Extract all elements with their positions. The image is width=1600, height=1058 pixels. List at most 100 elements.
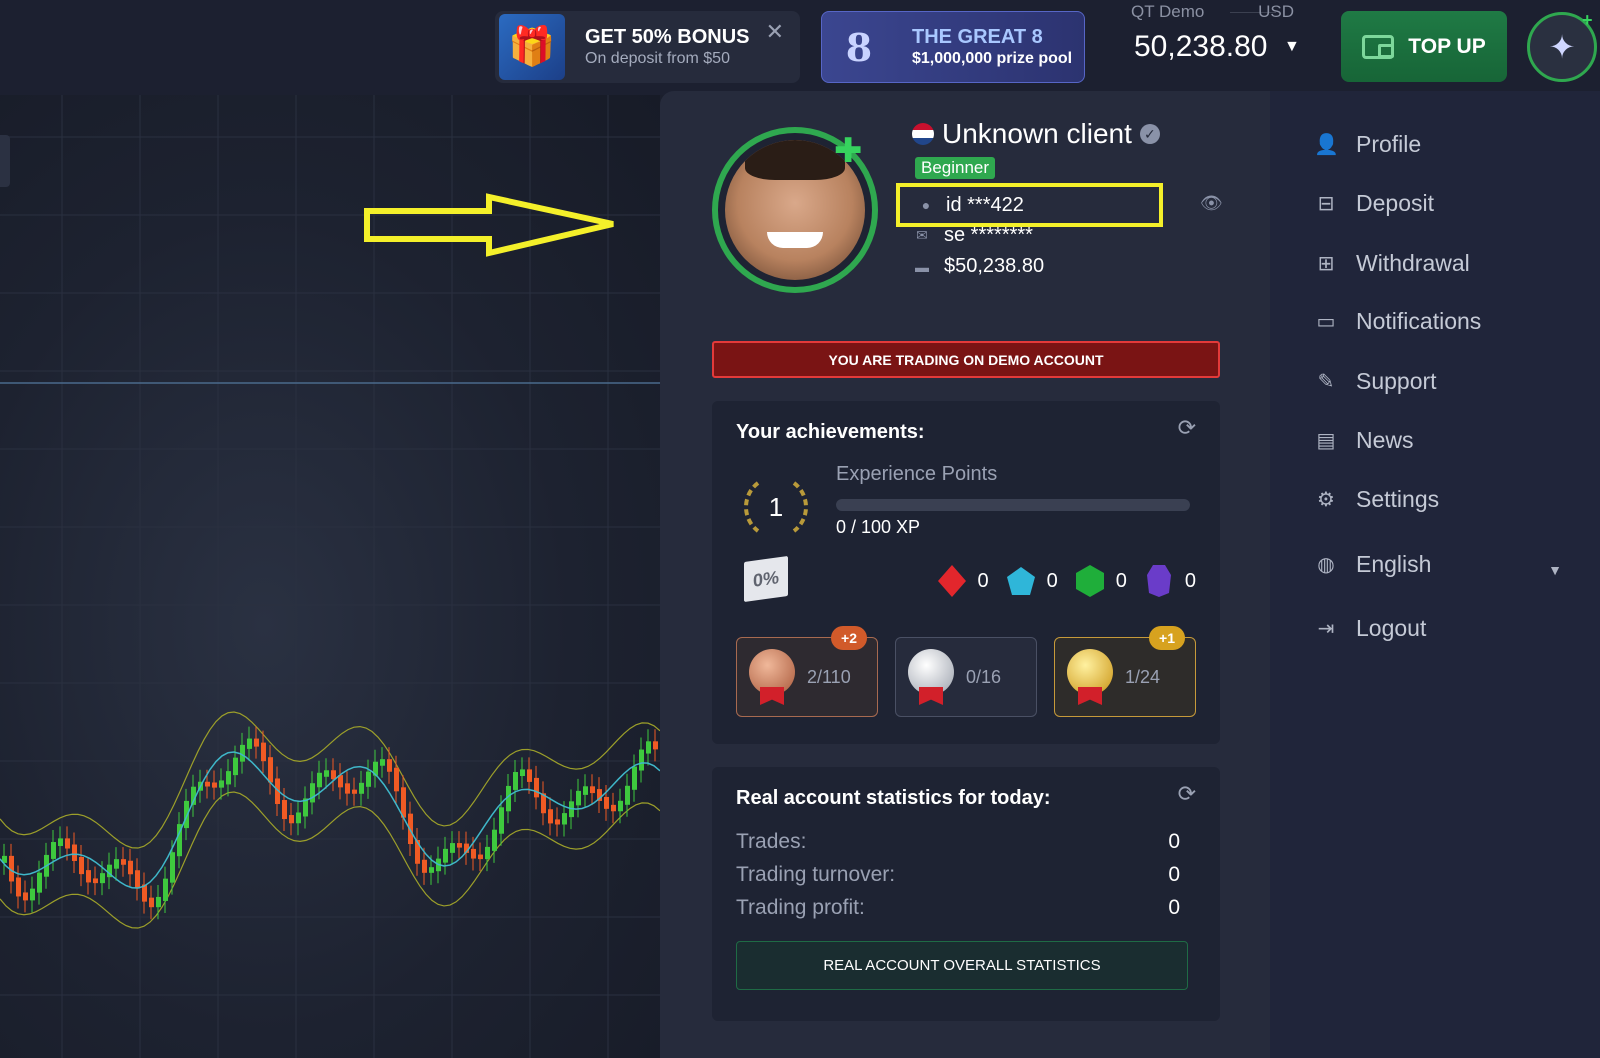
stat-row-turnover: Trading turnover: 0 bbox=[736, 863, 1180, 887]
plus-icon: ✚ bbox=[834, 132, 863, 170]
ruby-icon bbox=[937, 565, 966, 597]
level-number: 1 bbox=[768, 491, 784, 522]
menu-item-withdrawal[interactable]: ⊞ Withdrawal bbox=[1314, 250, 1470, 277]
menu-item-support[interactable]: ✎ Support bbox=[1314, 368, 1437, 395]
level-badge: Beginner bbox=[915, 157, 996, 179]
bronze-medal-card[interactable]: 2/110 +2 bbox=[736, 626, 878, 717]
stat-value: 0 bbox=[1168, 896, 1180, 919]
candle-body bbox=[457, 843, 462, 848]
funds-value: $50,238.80 bbox=[944, 255, 1045, 277]
gem-sapphire: 0 bbox=[1005, 563, 1058, 599]
candle-body bbox=[226, 771, 231, 785]
candle-body bbox=[562, 813, 567, 825]
candle-body bbox=[121, 859, 126, 865]
candle-body bbox=[30, 888, 35, 901]
menu-item-label: English bbox=[1356, 551, 1432, 577]
candle-body bbox=[345, 783, 350, 794]
candle-body bbox=[632, 766, 637, 790]
medals-row: 2/110 +2 0/16 1/24 +1 bbox=[736, 626, 1196, 717]
great8-promo-subtitle: $1,000,000 prize pool bbox=[912, 50, 1073, 68]
menu-item-logout[interactable]: ⇥ Logout bbox=[1314, 615, 1427, 642]
top-up-label: TOP UP bbox=[1408, 34, 1486, 58]
candle-body bbox=[625, 785, 630, 805]
candle-body bbox=[450, 843, 455, 853]
candle-body bbox=[170, 852, 175, 883]
chevron-down-icon[interactable]: ▼ bbox=[1284, 38, 1300, 56]
candle-body bbox=[324, 770, 329, 777]
level-wreath: 1 bbox=[738, 469, 814, 545]
gold-medal-icon bbox=[1067, 649, 1113, 705]
gem-count: 0 bbox=[1115, 569, 1127, 592]
candle-body bbox=[492, 829, 497, 851]
menu-item-settings[interactable]: ⚙ Settings bbox=[1314, 486, 1439, 513]
withdrawal-icon: ⊞ bbox=[1317, 253, 1335, 275]
stat-row-trades: Trades: 0 bbox=[736, 830, 1180, 854]
profile-summary-section: ✚ Unknown client ✓ Beginner ● id ***422 … bbox=[660, 91, 1270, 1058]
discount-tag-icon: 0% bbox=[744, 555, 788, 603]
amethyst-icon bbox=[1146, 565, 1171, 597]
gears-icon: ⚙ bbox=[1317, 489, 1335, 511]
bonus-promo-banner[interactable]: 🎁 GET 50% BONUS On deposit from $50 ✕ bbox=[495, 11, 800, 83]
candle-body bbox=[366, 771, 371, 787]
globe-icon: ◍ bbox=[1317, 554, 1335, 576]
medal-count: 2/110 bbox=[807, 666, 851, 687]
avatar-image-icon: ✦ bbox=[1548, 29, 1576, 65]
candle-body bbox=[261, 742, 266, 762]
gold-medal-card[interactable]: 1/24 +1 bbox=[1054, 626, 1196, 717]
candle-body bbox=[471, 848, 476, 859]
candle-body bbox=[86, 870, 91, 883]
candle-body bbox=[219, 780, 224, 788]
chart-side-tab[interactable] bbox=[0, 135, 10, 187]
achievements-card: Your achievements: ⟳ 1 Experience Points… bbox=[712, 401, 1220, 744]
menu-item-profile[interactable]: 👤 Profile bbox=[1314, 131, 1421, 158]
candle-body bbox=[422, 859, 427, 873]
candle-body bbox=[576, 790, 581, 806]
menu-item-news[interactable]: ▤ News bbox=[1314, 427, 1414, 454]
real-account-stats-card: Real account statistics for today: ⟳ Tra… bbox=[712, 767, 1220, 1021]
stat-label: Trading profit: bbox=[736, 896, 865, 919]
candle-body bbox=[149, 897, 154, 908]
top-up-button[interactable]: TOP UP bbox=[1341, 11, 1507, 82]
candle-body bbox=[310, 783, 315, 803]
candle-body bbox=[233, 757, 238, 776]
silver-medal-card[interactable]: 0/16 bbox=[895, 637, 1037, 717]
menu-item-notifications[interactable]: ▭ Notifications bbox=[1314, 308, 1482, 335]
menu-item-language[interactable]: ◍ English bbox=[1314, 551, 1431, 578]
deposit-icon: ⊟ bbox=[1317, 193, 1335, 215]
refresh-icon[interactable]: ⟳ bbox=[1178, 415, 1196, 441]
menu-item-label: Logout bbox=[1356, 615, 1427, 641]
candle-body bbox=[289, 815, 294, 824]
eye-slash-icon[interactable]: 👁 bbox=[1200, 193, 1223, 214]
candle-body bbox=[37, 872, 42, 893]
plus-icon: + bbox=[1582, 10, 1593, 30]
account-balance-selector[interactable]: QT Demo USD 50,238.80 ▼ bbox=[1106, 0, 1318, 86]
refresh-icon[interactable]: ⟳ bbox=[1178, 781, 1196, 807]
achievements-title: Your achievements: bbox=[736, 421, 925, 443]
candle-body bbox=[527, 769, 532, 782]
stats-title: Real account statistics for today: bbox=[736, 787, 1051, 809]
candle-body bbox=[520, 769, 525, 777]
profile-dropdown-panel: ✚ Unknown client ✓ Beginner ● id ***422 … bbox=[660, 91, 1600, 1058]
candle-body bbox=[317, 772, 322, 788]
close-icon[interactable]: ✕ bbox=[766, 19, 784, 45]
candle-body bbox=[93, 878, 98, 884]
menu-item-label: Notifications bbox=[1356, 308, 1482, 334]
funds-row: ▬ $50,238.80 bbox=[914, 255, 1044, 278]
great8-promo-banner[interactable]: 8 THE GREAT 8 $1,000,000 prize pool bbox=[821, 11, 1085, 83]
candle-body bbox=[548, 809, 553, 824]
xp-progress-bar bbox=[836, 499, 1190, 511]
account-balance-value: 50,238.80 bbox=[1134, 30, 1268, 63]
candle-body bbox=[513, 772, 518, 790]
stat-label: Trading turnover: bbox=[736, 863, 896, 886]
candle-body bbox=[618, 800, 623, 812]
newspaper-icon: ▤ bbox=[1316, 430, 1336, 452]
menu-item-deposit[interactable]: ⊟ Deposit bbox=[1314, 190, 1434, 217]
medal-badge: +1 bbox=[1149, 626, 1185, 650]
overall-statistics-button[interactable]: REAL ACCOUNT OVERALL STATISTICS bbox=[736, 941, 1188, 990]
chevron-down-icon[interactable]: ▼ bbox=[1548, 562, 1562, 578]
logout-icon: ⇥ bbox=[1317, 618, 1335, 640]
inbox-icon: ▭ bbox=[1316, 311, 1336, 333]
user-id-row: ● id ***422 bbox=[896, 183, 1163, 227]
gem-emerald: 0 bbox=[1074, 563, 1127, 599]
candle-body bbox=[485, 846, 490, 860]
